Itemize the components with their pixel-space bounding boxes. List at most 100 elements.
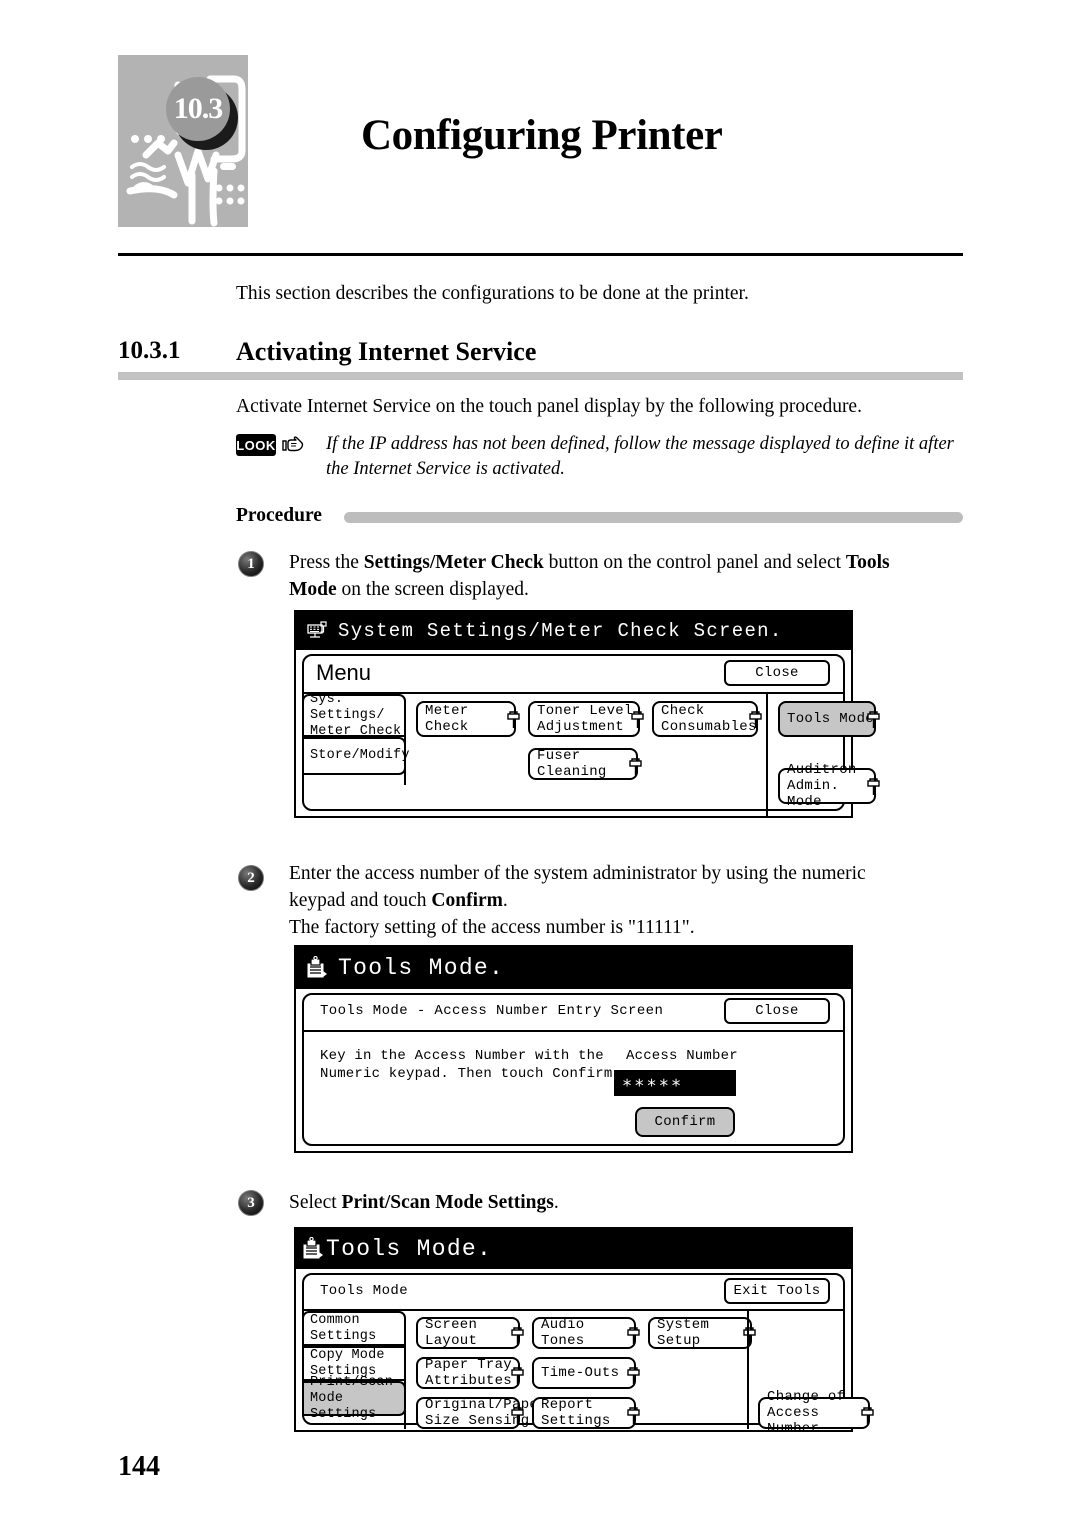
panel2-close-button[interactable]: Close [724,998,830,1024]
panel3-button-screen-layout[interactable]: Screen Layout [416,1317,524,1349]
chapter-number: 10.3 [173,92,224,125]
panel3-button-change-of-access-number-label: Change of Access Number [767,1389,846,1437]
page-title: Configuring Printer [361,112,723,159]
step-2-text: Enter the access number of the system ad… [289,860,959,941]
access-number-field[interactable]: ∗∗∗∗∗ [614,1070,736,1096]
panel3-column-divider [747,1311,749,1429]
activate-paragraph: Activate Internet Service on the touch p… [236,396,862,417]
tools-documents-icon [302,1237,324,1261]
page-corner-icon [510,1311,525,1344]
step-2-line2-c: . [502,890,508,911]
panel1-close-button[interactable]: Close [724,660,830,686]
page-corner-icon [748,695,763,728]
panel1-button-check-consumables-label: Check Consumables [661,703,757,735]
panel3-button-original-paper-size-sensing[interactable]: Original/Paper Size Sensing [416,1397,547,1429]
panel3-button-time-outs-label: Time-Outs [541,1365,620,1381]
panel2-confirm-button[interactable]: Confirm [635,1107,735,1137]
panel3-button-audio-tones[interactable]: Audio Tones [532,1317,640,1349]
page-corner-icon [510,1391,525,1424]
panel1-button-tools-mode-label: Tools Mode [787,711,875,727]
step-2-line1: Enter the access number of the system ad… [289,863,866,884]
panel2-title: Tools Mode. [338,955,505,981]
panel1-body: Menu Close Sys. Settings/ Meter Check St… [296,650,880,816]
panel1-title-bar: System Settings/Meter Check Screen. [296,612,851,650]
step-3-text: Select Print/Scan Mode Settings. [289,1189,889,1216]
panel2-inner-frame: Tools Mode - Access Number Entry Screen … [302,993,845,1146]
step-2-bold-confirm: Confirm [431,890,503,911]
chapter-number-badge: 10.3 [166,77,238,150]
panel1-button-fuser-cleaning[interactable]: Fuser Cleaning [528,748,642,780]
panel3-button-report-settings-label: Report Settings [541,1397,611,1429]
panel2-screen-label: Tools Mode - Access Number Entry Screen [320,1003,664,1019]
panel3-button-paper-tray-attributes-label: Paper Tray Attributes [425,1357,513,1389]
panel1-button-tools-mode[interactable]: Tools Mode [778,701,880,737]
panel2-divider [304,1030,843,1032]
procedure-bar [344,512,963,523]
pointing-hand-icon [280,432,306,458]
step-1-text: Press the Settings/Meter Check button on… [289,549,949,603]
page-corner-icon [626,1391,641,1424]
step-number-1: 1 [238,551,264,577]
panel3-inner-frame: Tools Mode Exit Tools Common Settings Co… [302,1273,874,1437]
step-3-text-c: . [553,1192,559,1213]
panel3-button-paper-tray-attributes[interactable]: Paper Tray Attributes [416,1357,524,1389]
panel1-inner-frame: Menu Close Sys. Settings/ Meter Check St… [302,654,880,816]
lcd-panel-access-number: Tools Mode. Tools Mode - Access Number E… [294,945,853,1153]
panel2-field-label: Access Number [626,1048,738,1064]
panel3-title: Tools Mode. [326,1236,493,1262]
panel1-title: System Settings/Meter Check Screen. [338,620,783,642]
panel1-tab-sys-settings[interactable]: Sys. Settings/ Meter Check [302,692,406,739]
panel3-button-system-setup[interactable]: System Setup [648,1317,756,1349]
panel3-body: Tools Mode Exit Tools Common Settings Co… [296,1269,874,1437]
page-corner-icon [506,695,521,728]
panel1-button-meter-check[interactable]: Meter Check [416,701,520,737]
chapter-header: 10.3 Configuring Printer [118,55,968,235]
control-panel-icon [306,620,328,642]
page-number: 144 [118,1451,160,1482]
panel3-tab-edge [404,1381,406,1429]
panel2-body: Tools Mode - Access Number Entry Screen … [296,989,851,1151]
note-text: If the IP address has not been defined, … [326,434,954,479]
panel3-tab-common-settings[interactable]: Common Settings [302,1311,406,1346]
page-corner-icon [866,762,881,795]
step-number-3: 3 [238,1190,264,1216]
look-badge: LOOK [236,434,276,456]
panel1-button-auditron[interactable]: Auditron Admin. Mode [778,762,880,810]
page-corner-icon [866,695,881,728]
step-number-2: 2 [238,865,264,891]
step-2-line2-a: keypad and touch [289,890,432,911]
tools-documents-icon [306,956,328,980]
lcd-panel-tools-mode-menu: Tools Mode. Tools Mode Exit Tools Common… [294,1227,874,1437]
page-corner-icon [626,1351,641,1384]
section-heading-bar [118,372,963,380]
lcd-panel-system-settings: System Settings/Meter Check Screen. Menu… [294,610,880,818]
step-1-text-end: on the screen displayed. [336,579,529,600]
panel1-button-toner-level[interactable]: Toner Level Adjustment [528,701,644,737]
step-1-text-a: Press the [289,552,364,573]
panel1-button-fuser-cleaning-label: Fuser Cleaning [537,748,607,780]
step-1-bold-mode: Mode [289,579,337,600]
page-corner-icon [628,742,643,775]
panel3-button-time-outs[interactable]: Time-Outs [532,1357,640,1389]
panel3-tab-print-scan-mode-settings[interactable]: Print/Scan Mode Settings [302,1375,406,1422]
section-number: 10.3.1 [118,337,181,364]
panel3-button-system-setup-label: System Setup [657,1317,710,1349]
step-1-bold-tools: Tools [845,552,890,573]
panel1-column-divider [766,694,768,816]
panel1-tab-store-modify[interactable]: Store/Modify [302,737,409,775]
panel1-button-check-consumables[interactable]: Check Consumables [652,701,762,737]
section-heading: 10.3.1 Activating Internet Service [118,337,963,377]
panel3-button-change-of-access-number[interactable]: Change of Access Number [758,1389,874,1437]
section-title: Activating Internet Service [236,337,537,366]
page-corner-icon [860,1391,875,1424]
panel3-button-audio-tones-label: Audio Tones [541,1317,585,1349]
panel1-tab-edge [404,737,406,785]
panel3-exit-tools-button[interactable]: Exit Tools [724,1278,830,1304]
step-1-text-c: button on the control panel and select [543,552,846,573]
panel3-button-report-settings[interactable]: Report Settings [532,1397,640,1429]
panel3-button-original-paper-size-sensing-label: Original/Paper Size Sensing [425,1397,547,1429]
panel1-button-toner-level-label: Toner Level Adjustment [537,703,633,735]
page-corner-icon [626,1311,641,1344]
header-divider [118,253,963,256]
step-2-line3: The factory setting of the access number… [289,917,695,938]
